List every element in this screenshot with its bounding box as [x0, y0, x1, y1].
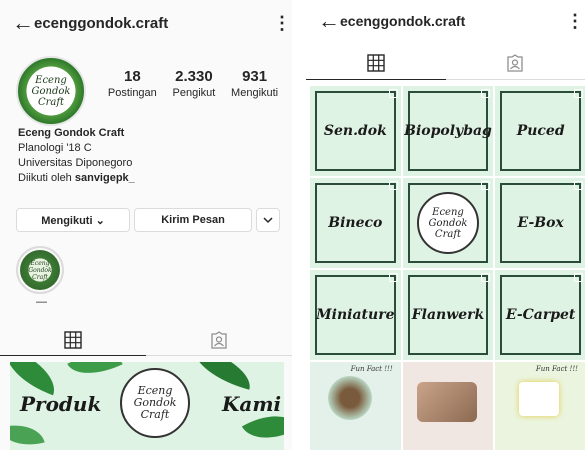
- stat-followers[interactable]: 2.330 Pengikut: [173, 68, 216, 99]
- post-title: Puced: [516, 123, 565, 139]
- post-title: Bineco: [328, 215, 383, 231]
- grid-post[interactable]: E-Carpet: [495, 270, 585, 360]
- stat-followers-value: 2.330: [175, 68, 213, 85]
- grid-post-funfact[interactable]: Fun Fact !!!: [310, 362, 401, 450]
- grid-post[interactable]: Bineco: [310, 178, 401, 268]
- post-title: Biopolybag: [404, 123, 492, 139]
- carousel-icon: [573, 273, 583, 282]
- tab-posts-grid[interactable]: [0, 324, 146, 356]
- suggestions-dropdown-button[interactable]: [256, 208, 280, 232]
- grid-post[interactable]: E-Box: [495, 178, 585, 268]
- profile-screen-right: ← ecenggondok.craft ⋮ Sen.dok Biopolybag…: [306, 0, 585, 450]
- carousel-icon: [388, 181, 398, 190]
- top-bar: ← ecenggondok.craft ⋮: [0, 0, 292, 46]
- carousel-icon: [481, 181, 491, 190]
- back-arrow-icon[interactable]: ←: [306, 10, 340, 32]
- banner-text-right: Kami: [222, 392, 282, 416]
- funfact-image: [416, 382, 477, 422]
- banner-logo: Eceng Gondok Craft: [120, 368, 190, 438]
- back-arrow-icon[interactable]: ←: [0, 12, 34, 34]
- more-options-icon[interactable]: ⋮: [565, 11, 585, 32]
- more-options-icon[interactable]: ⋮: [272, 13, 292, 34]
- stat-followers-label: Pengikut: [172, 87, 216, 99]
- funfact-image: [519, 382, 560, 416]
- carousel-icon: [573, 89, 583, 98]
- post-title: Sen.dok: [323, 123, 387, 139]
- funfact-image: [328, 376, 372, 420]
- leaf-decoration: [10, 362, 64, 396]
- grid-post-funfact[interactable]: Fun Fact !!!: [495, 362, 585, 450]
- grid-icon: [64, 330, 82, 349]
- carousel-icon: [573, 181, 583, 190]
- grid-post[interactable]: Puced: [495, 86, 585, 176]
- grid-post[interactable]: Eceng Gondok Craft: [402, 178, 494, 268]
- post-title: Miniature: [316, 307, 395, 323]
- carousel-icon: [388, 89, 398, 98]
- carousel-icon: [481, 273, 491, 282]
- story-highlight[interactable]: Eceng Gondok Craft: [16, 246, 64, 294]
- avatar-logo-text: Eceng Gondok Craft: [31, 74, 71, 108]
- followed-by-user: sanvigepk_: [74, 172, 135, 184]
- grid-icon: [367, 53, 385, 72]
- bio-name: Eceng Gondok Craft: [18, 127, 125, 139]
- grid-post[interactable]: Biopolybag: [402, 86, 494, 176]
- profile-avatar[interactable]: Eceng Gondok Craft: [16, 56, 86, 126]
- tab-tagged[interactable]: [446, 46, 585, 79]
- profile-stats: 18 Postingan 2.330 Pengikut 931 Mengikut…: [100, 68, 286, 99]
- top-bar: ← ecenggondok.craft ⋮: [306, 0, 585, 42]
- highlight-logo-text: Eceng Gondok Craft: [28, 259, 52, 281]
- post-title: E-Box: [517, 215, 564, 231]
- bio-line-1: Planologi '18 C: [18, 142, 92, 154]
- grid-post[interactable]: Flanwerk: [402, 270, 494, 360]
- stat-posts-value: 18: [123, 68, 141, 85]
- posts-grid: Sen.dok Biopolybag Puced Bineco Eceng Go…: [310, 86, 585, 450]
- following-button[interactable]: Mengikuti ⌄: [16, 208, 130, 232]
- tab-tagged[interactable]: [146, 324, 292, 355]
- tagged-icon: [211, 330, 227, 349]
- funfact-title: Fun Fact !!!: [535, 365, 578, 373]
- leaf-decoration: [10, 417, 45, 450]
- highlight-label: —: [36, 296, 47, 308]
- message-button[interactable]: Kirim Pesan: [134, 208, 252, 232]
- stat-following-label: Mengikuti: [231, 87, 279, 99]
- highlight-cover: Eceng Gondok Craft: [20, 250, 60, 290]
- grid-post[interactable]: Miniature: [310, 270, 401, 360]
- pinned-post-banner[interactable]: Produk Eceng Gondok Craft Kami: [10, 362, 284, 450]
- carousel-icon: [481, 89, 491, 98]
- chevron-down-icon: [263, 217, 273, 224]
- banner-text-left: Produk: [20, 392, 102, 416]
- profile-tabs: [0, 324, 292, 356]
- post-logo: Eceng Gondok Craft: [416, 192, 479, 254]
- grid-post[interactable]: Sen.dok: [310, 86, 401, 176]
- profile-username: ecenggondok.craft: [340, 13, 466, 29]
- stat-following-value: 931: [242, 68, 268, 85]
- funfact-title: Fun Fact !!!: [350, 365, 393, 373]
- profile-screen-left: ← ecenggondok.craft ⋮ Eceng Gondok Craft…: [0, 0, 292, 450]
- grid-post-funfact[interactable]: [402, 362, 494, 450]
- followed-by[interactable]: Diikuti oleh sanvigepk_: [18, 171, 135, 186]
- carousel-icon: [388, 273, 398, 282]
- bio-line-2: Universitas Diponegoro: [18, 157, 133, 169]
- post-title: Flanwerk: [411, 307, 485, 323]
- profile-bio: Eceng Gondok Craft Planologi '18 C Unive…: [18, 126, 135, 186]
- stat-following[interactable]: 931 Mengikuti: [231, 68, 278, 99]
- profile-actions: Mengikuti ⌄ Kirim Pesan: [16, 208, 280, 232]
- post-title: E-Carpet: [505, 307, 576, 323]
- tagged-icon: [507, 53, 523, 72]
- stat-posts[interactable]: 18 Postingan: [108, 68, 157, 99]
- leaf-decoration: [187, 362, 257, 390]
- stat-posts-label: Postingan: [107, 87, 157, 99]
- profile-username: ecenggondok.craft: [34, 14, 169, 32]
- leaf-decoration: [67, 362, 123, 386]
- profile-tabs: [306, 46, 585, 80]
- followed-by-prefix: Diikuti oleh: [18, 172, 75, 184]
- tab-posts-grid[interactable]: [306, 46, 446, 80]
